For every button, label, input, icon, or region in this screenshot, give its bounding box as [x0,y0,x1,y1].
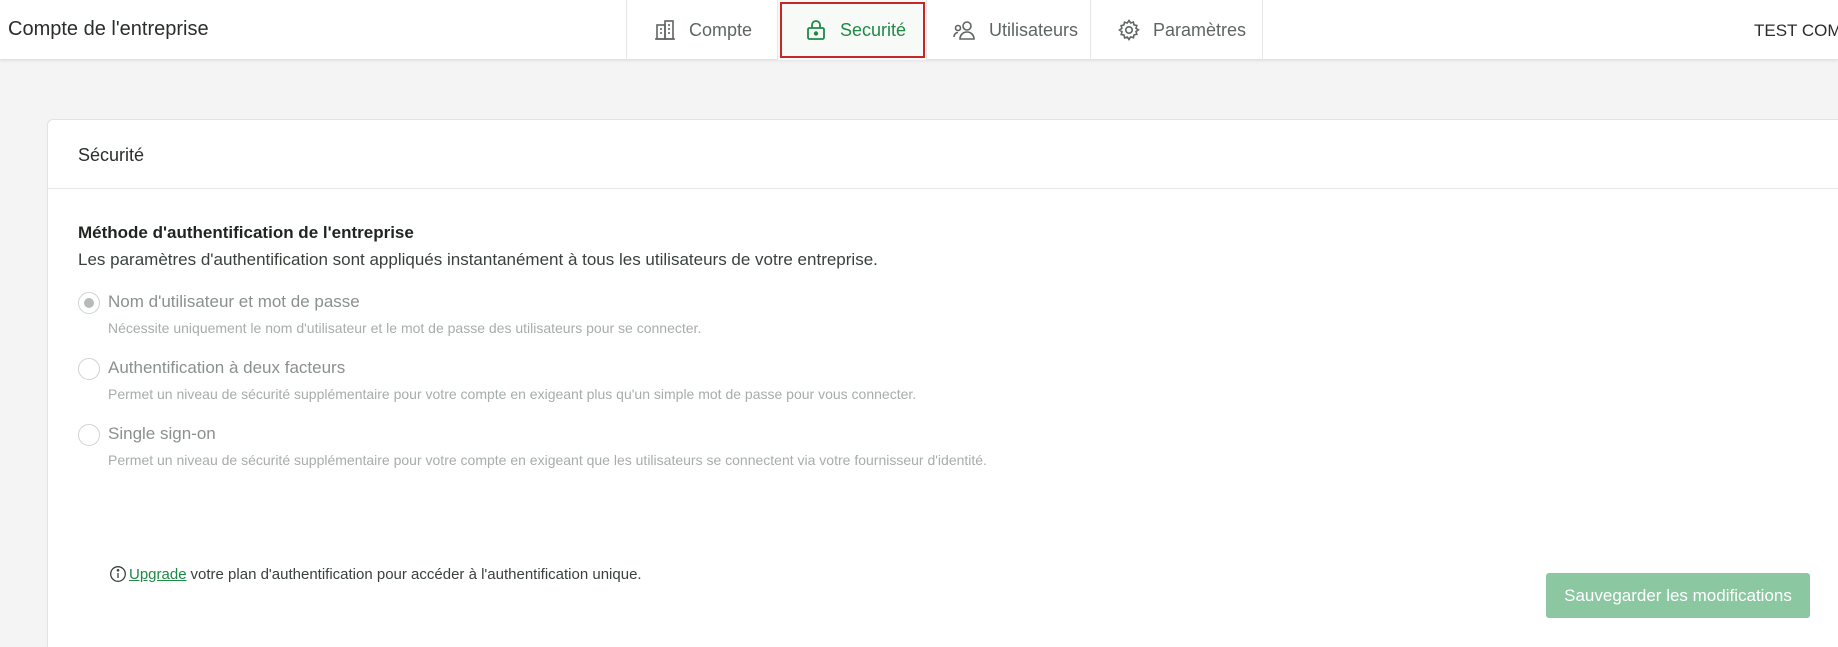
radio-two-factor[interactable] [78,358,100,380]
option-sso: Single sign-on Permet un niveau de sécur… [78,424,1838,468]
top-bar: Compte de l'entreprise Compte Securité U… [0,0,1838,60]
section-description: Les paramètres d'authentification sont a… [78,250,878,269]
page-title: Compte de l'entreprise [8,18,209,40]
tab-utilisateurs[interactable]: Utilisateurs [927,0,1091,60]
tab-parametres[interactable]: Paramètres [1091,0,1263,60]
radio-sso[interactable] [78,424,100,446]
option-label: Single sign-on [108,424,216,443]
tab-compte-label: Compte [689,19,753,40]
option-label: Authentification à deux facteurs [108,358,346,377]
tab-utilisateurs-label: Utilisateurs [989,19,1079,40]
card-title: Sécurité [48,120,1838,189]
option-label: Nom d'utilisateur et mot de passe [108,292,360,311]
tab-securite-label: Securité [840,19,907,40]
option-password: Nom d'utilisateur et mot de passe Nécess… [78,292,1838,336]
option-description: Nécessite uniquement le nom d'utilisateu… [108,320,702,336]
gear-icon [1117,18,1141,42]
radio-password[interactable] [78,292,100,314]
tab-securite[interactable]: Securité [778,0,927,60]
upgrade-info: Upgrade votre plan d'authentification po… [109,565,642,583]
tab-compte[interactable]: Compte [627,0,778,60]
security-card: Sécurité Méthode d'authentification de l… [47,119,1838,647]
info-icon [109,565,127,583]
card-body: Méthode d'authentification de l'entrepri… [48,189,1838,583]
building-icon [653,18,677,42]
lock-icon [804,18,828,42]
option-description: Permet un niveau de sécurité supplémenta… [108,386,917,402]
option-description: Permet un niveau de sécurité supplémenta… [108,452,987,468]
save-button[interactable]: Sauvegarder les modifications [1546,573,1810,618]
tab-parametres-label: Paramètres [1153,19,1247,40]
upgrade-link[interactable]: Upgrade [129,566,187,583]
upgrade-text: votre plan d'authentification pour accéd… [190,565,642,583]
option-two-factor: Authentification à deux facteurs Permet … [78,358,1838,402]
section-title: Méthode d'authentification de l'entrepri… [78,223,414,242]
nav-tabs: Compte Securité Utilisateurs Paramètres [626,0,1263,60]
company-name[interactable]: TEST COMI [1754,21,1838,41]
users-icon [953,18,977,42]
